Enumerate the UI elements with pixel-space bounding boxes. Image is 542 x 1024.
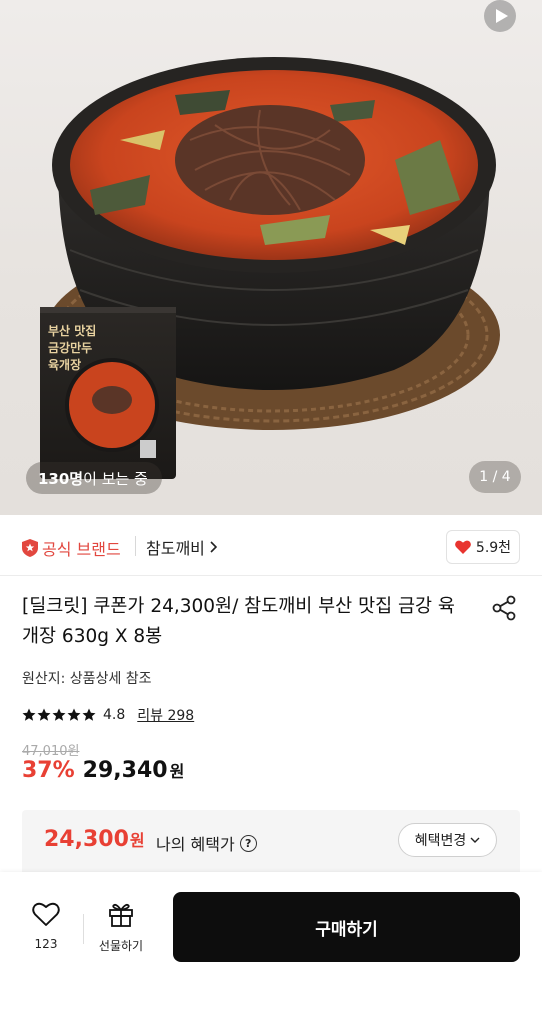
product-photo: 부산 맛집 금강만두 육개장 (40, 57, 500, 479)
brand-row: 공식 브랜드 참도깨비 5.9천 (0, 524, 542, 568)
bottom-divider (83, 914, 84, 944)
benefit-price: 24,300 원 (44, 827, 145, 852)
benefit-price-unit: 원 (129, 831, 145, 850)
chevron-right-icon (210, 541, 217, 553)
product-image-carousel[interactable]: 부산 맛집 금강만두 육개장 130명 이 보는 중 1 / 4 (0, 0, 542, 515)
benefit-price-box: 24,300 원 나의 혜택가 ? 혜택변경 (22, 810, 520, 872)
bottom-action-bar: 123 선물하기 구매하기 (0, 872, 542, 1024)
price-unit: 원 (169, 762, 185, 781)
gift-button[interactable]: 선물하기 (90, 902, 152, 954)
original-price: 47,010원 (22, 744, 80, 759)
brand-like-button[interactable]: 5.9천 (446, 530, 520, 564)
play-icon (495, 9, 508, 23)
star-icon (67, 708, 81, 721)
change-benefit-button[interactable]: 혜택변경 (398, 823, 497, 857)
share-icon[interactable] (490, 594, 518, 622)
heart-filled-icon (455, 540, 471, 554)
rating-stars (22, 708, 97, 722)
image-page-indicator: 1 / 4 (469, 461, 521, 493)
heart-outline-icon (32, 902, 60, 926)
rating-value: 4.8 (103, 707, 126, 723)
star-icon (52, 708, 66, 721)
brand-divider (135, 536, 136, 556)
svg-text:부산 맛집: 부산 맛집 (48, 323, 96, 338)
wishlist-count: 123 (34, 937, 58, 951)
section-divider (0, 575, 542, 576)
play-video-button[interactable] (484, 0, 516, 32)
viewers-suffix: 이 보는 중 (83, 469, 148, 488)
wishlist-button[interactable]: 123 (23, 902, 69, 951)
star-icon (22, 708, 36, 721)
sale-price: 29,340 (82, 758, 168, 783)
change-benefit-label: 혜택변경 (414, 833, 467, 849)
brand-store-link[interactable]: 참도깨비 (146, 535, 217, 559)
official-shield-icon (22, 539, 38, 557)
benefit-label: 나의 혜택가 ? (156, 831, 257, 855)
review-link[interactable]: 리뷰 298 (137, 705, 194, 725)
star-icon (37, 708, 51, 721)
viewers-count: 130명 (38, 469, 84, 488)
package-image: 부산 맛집 금강만두 육개장 (40, 307, 176, 479)
gift-icon (109, 903, 133, 927)
rating-row: 4.8 리뷰 298 (22, 705, 194, 725)
benefit-label-text: 나의 혜택가 (156, 835, 235, 854)
official-brand-label: 공식 브랜드 (42, 540, 121, 559)
gift-label: 선물하기 (98, 939, 144, 953)
price-row: 37% 29,340 원 (22, 758, 184, 783)
star-icon (82, 708, 96, 721)
svg-text:금강만두: 금강만두 (48, 340, 92, 355)
discount-rate: 37% (22, 758, 75, 783)
chevron-down-icon (470, 837, 480, 843)
benefit-price-value: 24,300 (44, 827, 129, 852)
viewers-badge: 130명 이 보는 중 (26, 462, 162, 494)
origin-info: 원산지: 상품상세 참조 (22, 671, 152, 687)
product-title: [딜크릿] 쿠폰가 24,300원/ 참도깨비 부산 맛집 금강 육개장 630… (22, 596, 455, 647)
brand-like-count: 5.9천 (475, 540, 512, 556)
buy-button[interactable]: 구매하기 (173, 892, 520, 962)
official-brand-badge: 공식 브랜드 (22, 536, 121, 560)
svg-text:육개장: 육개장 (48, 357, 81, 372)
brand-name: 참도깨비 (146, 539, 205, 558)
help-icon[interactable]: ? (239, 834, 257, 852)
